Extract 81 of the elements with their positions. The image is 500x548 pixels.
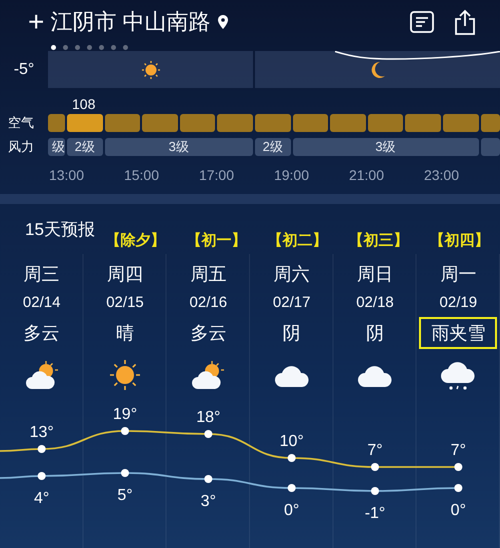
weather-condition: 阴 [364,322,385,345]
weekday-label: 周六 [274,263,310,286]
weather-condition: 雨夹雪 [419,317,498,349]
page-dot[interactable] [51,44,56,50]
date-label: 02/16 [190,294,228,311]
row-label: 风力 [7,138,35,156]
sun-cloud-icon [24,359,60,391]
temperature-label: 10° [280,433,304,450]
chart-point [454,463,462,471]
date-label: 02/17 [272,294,310,311]
section-title: 15天预报 [25,219,95,241]
temperature-label: 19° [112,406,138,423]
hour-label: 17:00 [198,167,236,183]
wind-level-bar: 2级 [254,138,291,156]
row-label: 空气 [7,114,35,132]
temperature-label: 4° [34,490,50,507]
temperature-label: 18° [196,409,220,426]
weekday-label: 周五 [190,263,226,286]
hour-label: 21:00 [348,167,386,183]
chart-point [121,469,129,477]
chart-point [38,472,46,480]
wind-level-bar [480,138,500,156]
wind-level-bar: 3级 [292,138,479,156]
list-icon[interactable] [410,11,434,33]
temperature-label: -5° [12,60,36,80]
weekday-label: 周一 [440,263,476,286]
location-pin-icon [218,15,228,29]
moon-icon [370,60,386,78]
weekday-label: 周三 [24,263,60,286]
page-dot[interactable] [99,44,104,50]
cloud-rain-snow-icon [440,359,476,391]
weekday-label: 周日 [356,263,393,286]
temperature-label: 0° [284,502,300,519]
date-label: 02/15 [106,294,144,311]
lunar-date: 【初一】 [186,231,246,250]
weather-condition: 多云 [189,322,228,345]
weather-condition: 多云 [22,322,61,345]
chart-point [454,484,462,492]
wind-level-bar: 级 [48,138,65,156]
add-button[interactable]: + [28,6,44,38]
wind-level-bar: 3级 [104,138,253,156]
lunar-date: 【除夕】 [105,231,166,250]
chart-point [371,487,379,495]
chart-point [371,463,379,471]
lunar-date: 【初三】 [348,231,408,250]
chart-point [204,430,212,438]
wind-level-bar: 2级 [67,138,103,156]
weekday-label: 周四 [106,263,143,286]
lunar-date: 【初四】 [429,231,490,250]
sun-icon [140,60,160,80]
air-quality-value: 108 [72,96,96,112]
hour-label: 13:00 [48,167,86,183]
page-dot[interactable] [63,44,68,50]
page-dot[interactable] [111,44,116,50]
chart-point [38,445,46,453]
temperature-label: 13° [30,424,54,441]
lunar-date: 【初二】 [267,231,328,250]
location-title[interactable]: 江阴市 中山南路 [50,7,210,37]
chart-point [204,475,212,483]
chart-point [288,454,296,462]
share-icon[interactable] [454,9,476,35]
temperature-label: 3° [200,493,216,510]
temperature-label: -1° [364,505,386,522]
hour-label: 19:00 [272,167,310,183]
temperature-label: 0° [450,502,466,519]
date-label: 02/18 [356,294,394,311]
temperature-label: 7° [367,442,383,459]
page-dot[interactable] [75,44,80,50]
date-label: 02/14 [22,294,60,311]
temperature-label: 7° [450,442,466,459]
page-dot[interactable] [123,44,128,50]
page-dot[interactable] [87,44,92,50]
sun-cloud-icon [190,359,226,391]
chart-point [288,484,296,492]
weather-condition: 晴 [114,322,135,345]
hour-label: 23:00 [422,167,460,183]
weather-condition: 阴 [282,322,302,345]
chart-point [121,427,129,435]
date-label: 02/19 [440,294,478,311]
hour-label: 15:00 [122,167,160,183]
temperature-label: 5° [117,487,133,504]
